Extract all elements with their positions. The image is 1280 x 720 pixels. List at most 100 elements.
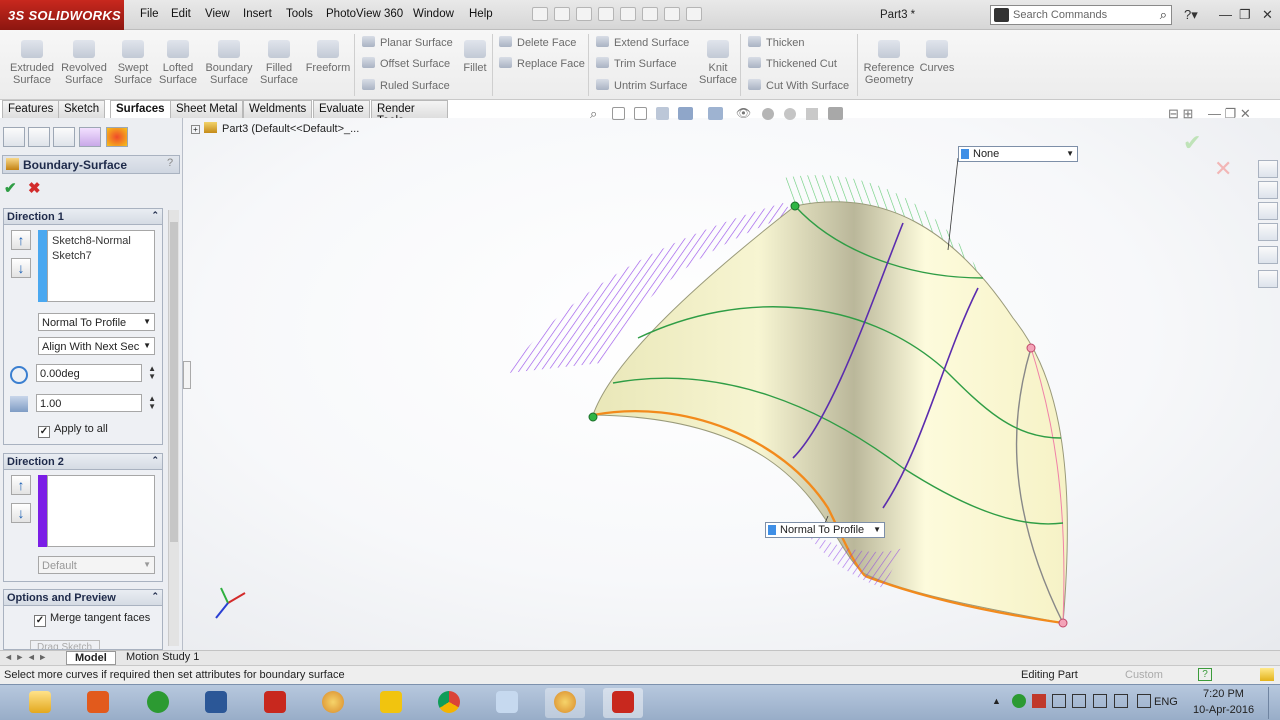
offset-surface-button[interactable]: Offset Surface	[362, 57, 450, 70]
tab-scroll-icons[interactable]: ◄ ► ◄ ►	[4, 652, 47, 662]
home-pane-icon[interactable]	[1258, 160, 1278, 178]
filled-surface-button[interactable]: Filled Surface	[256, 40, 302, 86]
graphics-area[interactable]: + Part3 (Default<<Default>_... ⌕ 👁 ⊟ ⊞ — …	[183, 106, 1280, 650]
select-icon[interactable]	[642, 7, 658, 21]
fillet-button[interactable]: Fillet	[460, 40, 490, 74]
move-down-icon[interactable]: ↓	[11, 258, 31, 278]
tangent-length-input[interactable]: 1.00 ▲ ▼	[36, 394, 156, 412]
tab-weldments[interactable]: Weldments	[243, 100, 313, 118]
tab-sketch[interactable]: Sketch	[58, 100, 106, 118]
guide-endpoint-top[interactable]	[1026, 343, 1036, 353]
list-item[interactable]: Sketch8-Normal	[52, 234, 154, 249]
collapse-icon[interactable]: ⌃	[151, 591, 159, 602]
media-taskbar-icon[interactable]	[78, 688, 118, 718]
direction1-curves-list[interactable]: Sketch8-Normal Sketch7	[47, 230, 155, 302]
ok-check-icon[interactable]: ✔	[4, 179, 17, 197]
guide-endpoint-bottom[interactable]	[1058, 618, 1068, 628]
move-down-icon[interactable]: ↓	[11, 503, 31, 523]
configuration-manager-tab[interactable]	[53, 127, 75, 147]
drag-sketch-button[interactable]: Drag Sketch	[30, 640, 100, 649]
direction2-tangency-select[interactable]: Default ▼	[38, 556, 155, 574]
trim-surface-button[interactable]: Trim Surface	[596, 57, 677, 70]
curves-button[interactable]: Curves	[918, 40, 956, 74]
explorer-taskbar-icon[interactable]	[20, 688, 60, 718]
apply-to-all-checkbox[interactable]: ✓ Apply to all	[38, 423, 108, 438]
untrim-surface-button[interactable]: Untrim Surface	[596, 79, 687, 92]
delete-face-button[interactable]: Delete Face	[499, 36, 576, 49]
paint-taskbar-icon[interactable]	[487, 688, 527, 718]
undo-icon[interactable]	[620, 7, 636, 21]
profile-endpoint-top[interactable]	[790, 201, 800, 211]
search-scope-icon[interactable]	[994, 8, 1009, 22]
menu-window[interactable]: Window	[413, 8, 454, 20]
menu-file[interactable]: File	[140, 8, 159, 20]
print-icon[interactable]	[598, 7, 614, 21]
clock-date[interactable]: 10-Apr-2016	[1193, 704, 1254, 716]
direction2-header[interactable]: Direction 2 ⌃	[3, 453, 163, 470]
help-status-icon[interactable]: ?	[1198, 668, 1212, 681]
draft-angle-input[interactable]: 0.00deg ▲ ▼	[36, 364, 156, 382]
freeform-button[interactable]: Freeform	[304, 40, 352, 74]
scrollbar-thumb[interactable]	[170, 222, 178, 542]
display-manager-tab[interactable]	[106, 127, 128, 147]
restore-button[interactable]: ❐	[1239, 7, 1251, 23]
search-commands-input[interactable]: Search Commands ⌕	[990, 5, 1172, 25]
help-icon[interactable]: ?▾	[1184, 7, 1198, 23]
solidworks-logo[interactable]: 3S SOLIDWORKS	[0, 0, 124, 30]
volume-icon[interactable]	[1114, 694, 1128, 708]
language-indicator[interactable]: ENG	[1154, 696, 1178, 708]
menu-help[interactable]: Help	[469, 8, 493, 20]
cancel-x-icon[interactable]: ✖	[28, 179, 41, 197]
notification-icon[interactable]	[1260, 668, 1274, 681]
tangency-callout-bottom[interactable]: Normal To Profile ▼	[765, 522, 885, 538]
property-manager-tab[interactable]	[28, 127, 50, 147]
new-icon[interactable]	[532, 7, 548, 21]
options-header[interactable]: Options and Preview ⌃	[3, 589, 163, 606]
flag-icon[interactable]	[1072, 694, 1086, 708]
revolved-surface-button[interactable]: Revolved Surface	[60, 40, 108, 86]
thicken-button[interactable]: Thicken	[748, 36, 805, 49]
menu-photoview[interactable]: PhotoView 360	[326, 8, 403, 20]
flower-app-active-taskbar-icon[interactable]	[545, 688, 585, 718]
swept-surface-button[interactable]: Swept Surface	[111, 40, 155, 86]
extend-surface-button[interactable]: Extend Surface	[596, 36, 689, 49]
feature-manager-tab[interactable]	[3, 127, 25, 147]
menu-edit[interactable]: Edit	[171, 8, 191, 20]
app-taskbar-icon[interactable]	[371, 688, 411, 718]
direction1-header[interactable]: Direction 1 ⌃	[3, 208, 163, 225]
merge-tangent-faces-checkbox[interactable]: ✓ Merge tangent faces	[34, 612, 150, 627]
rebuild-icon[interactable]	[664, 7, 680, 21]
tab-render-tools[interactable]: Render Tools	[371, 100, 448, 127]
tab-surfaces[interactable]: Surfaces	[110, 100, 171, 119]
menu-insert[interactable]: Insert	[243, 8, 272, 20]
tab-sheet-metal[interactable]: Sheet Metal	[170, 100, 244, 118]
tray-monitor-icon[interactable]	[1052, 694, 1066, 708]
tangency-type-select[interactable]: Normal To Profile ▼	[38, 313, 155, 331]
thickened-cut-button[interactable]: Thickened Cut	[748, 57, 837, 70]
tab-motion-study[interactable]: Motion Study 1	[118, 651, 207, 665]
replace-face-button[interactable]: Replace Face	[499, 57, 585, 70]
close-button[interactable]: ✕	[1262, 7, 1273, 23]
unit-system-select[interactable]: Custom	[1125, 669, 1163, 681]
save-icon[interactable]	[576, 7, 592, 21]
appearances-icon[interactable]	[1258, 246, 1278, 264]
battery-icon[interactable]	[1137, 694, 1151, 708]
solidworks-taskbar-icon[interactable]	[255, 688, 295, 718]
pm-help-icon[interactable]: ?	[167, 157, 173, 169]
lofted-surface-button[interactable]: Lofted Surface	[156, 40, 200, 86]
custom-properties-icon[interactable]	[1258, 270, 1278, 288]
extruded-surface-button[interactable]: Extruded Surface	[6, 40, 58, 86]
tab-evaluate[interactable]: Evaluate	[313, 100, 370, 118]
file-explorer-icon[interactable]	[1258, 202, 1278, 220]
show-desktop-button[interactable]	[1268, 687, 1278, 719]
network-icon[interactable]	[1093, 694, 1107, 708]
search-icon[interactable]: ⌕	[1160, 7, 1167, 23]
design-library-icon[interactable]	[1258, 181, 1278, 199]
flower-app-taskbar-icon[interactable]	[313, 688, 353, 718]
chrome-taskbar-icon[interactable]	[429, 688, 469, 718]
ruled-surface-button[interactable]: Ruled Surface	[362, 79, 450, 92]
boundary-surface-button[interactable]: Boundary Surface	[202, 40, 256, 86]
options-icon[interactable]	[686, 7, 702, 21]
list-item[interactable]: Sketch7	[52, 249, 154, 264]
tab-model[interactable]: Model	[66, 651, 116, 665]
